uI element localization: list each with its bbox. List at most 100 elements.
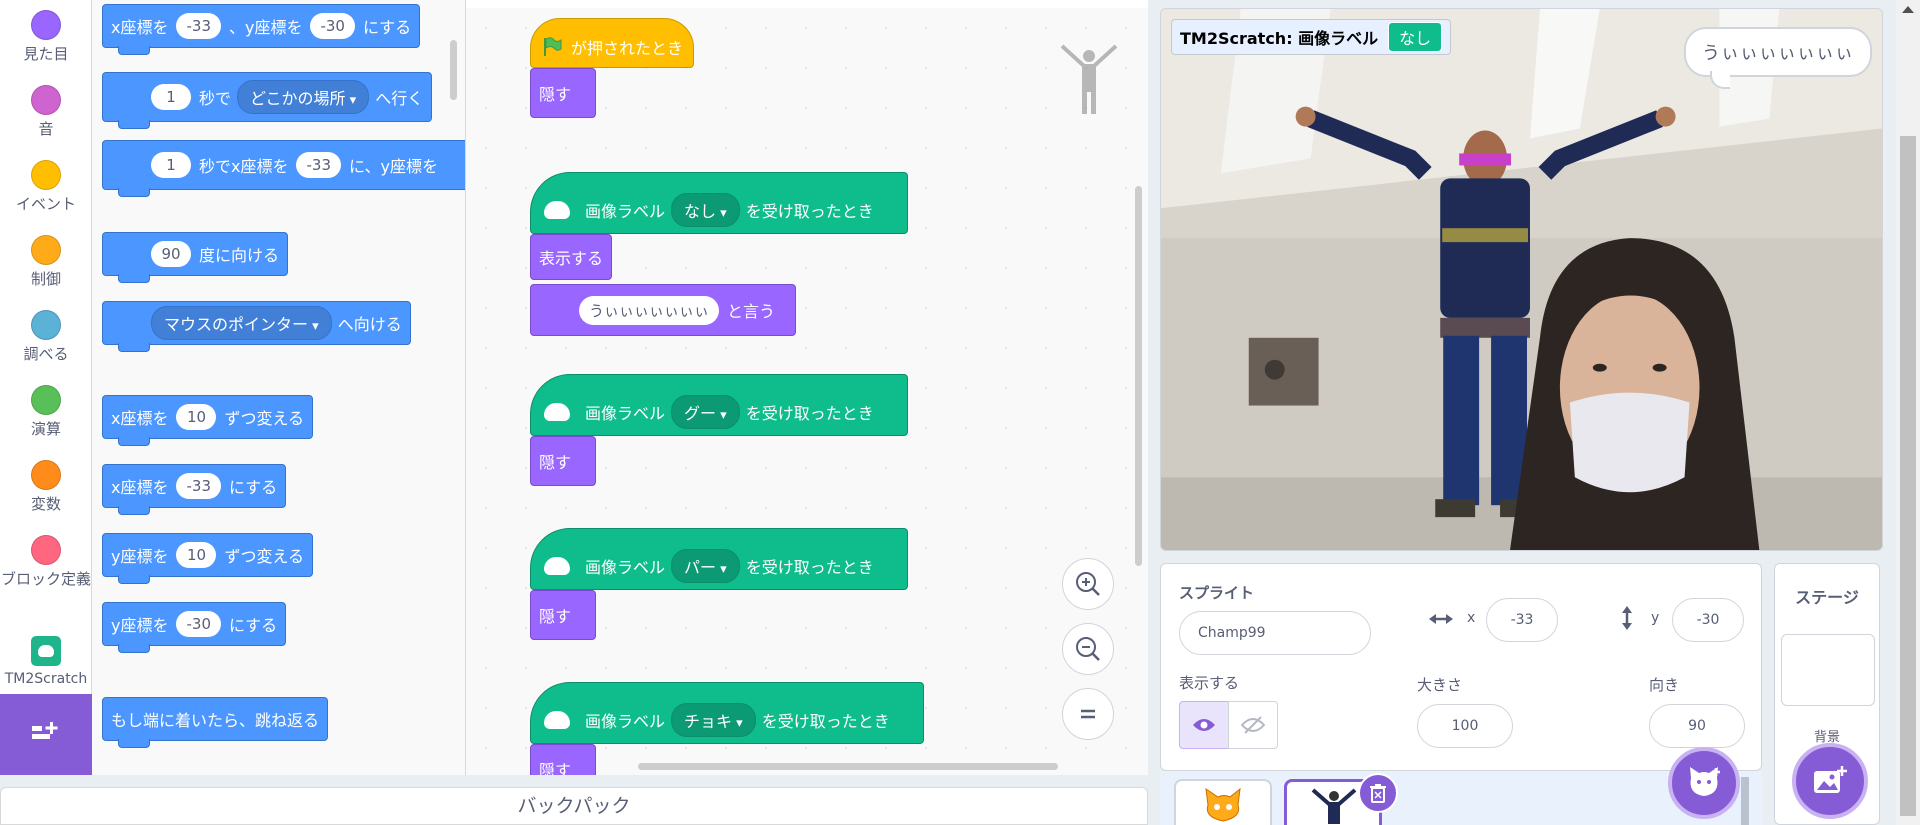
- label-dropdown[interactable]: チョキ: [671, 703, 756, 737]
- script-workspace[interactable]: が押されたとき 隠す 画像ラベルなしを受け取ったとき 表示する うぃぃぃぃぃぃぃ…: [466, 8, 1148, 775]
- x-input[interactable]: -33: [296, 152, 341, 178]
- palette-scrollbar[interactable]: [450, 40, 457, 100]
- green-flag-icon: [543, 37, 562, 56]
- block-text: 隠す: [539, 453, 572, 472]
- glide-to-block[interactable]: 1 秒でどこかの場所へ行く: [102, 72, 433, 129]
- goto-xy-block[interactable]: x座標を -33 、y座標を -30 にする: [102, 4, 421, 55]
- point-direction-block[interactable]: 90 度に向ける: [102, 232, 289, 283]
- say-block[interactable]: うぃぃぃぃぃぃぃ と言う: [530, 284, 796, 336]
- show-block[interactable]: 表示する: [530, 234, 612, 280]
- when-flag-clicked-block[interactable]: が押されたとき: [530, 18, 694, 68]
- page-scrollbar-thumb[interactable]: [1900, 136, 1916, 816]
- category-tm2scratch[interactable]: TM2Scratch: [0, 636, 92, 687]
- glide-xy-block[interactable]: 1 秒でx座標を -33 に、y座標を: [102, 140, 465, 197]
- label-dropdown[interactable]: パー: [671, 549, 740, 583]
- direction-value: 90: [1688, 718, 1706, 734]
- block-text: 秒でx座標を: [199, 157, 289, 176]
- champ-sprite-icon: [1311, 788, 1357, 824]
- stage[interactable]: TM2Scratch: 画像ラベル なし うぃぃぃぃぃぃぃ: [1160, 8, 1883, 551]
- label-dropdown[interactable]: グー: [671, 395, 740, 429]
- y-input[interactable]: -30: [176, 611, 221, 637]
- point-towards-block[interactable]: マウスのポインターへ向ける: [102, 301, 411, 352]
- size-field[interactable]: 100: [1417, 704, 1513, 748]
- tm2scratch-icon: [31, 636, 61, 666]
- category-sound[interactable]: 音: [0, 85, 92, 139]
- zoom-in-icon: [1076, 572, 1100, 596]
- category-label: ブロック定義: [0, 570, 91, 588]
- choose-sprite-button[interactable]: [1668, 747, 1740, 819]
- secs-input[interactable]: 1: [151, 152, 191, 178]
- sprite-name-field[interactable]: Champ99: [1179, 611, 1371, 655]
- block-text: 隠す: [539, 607, 572, 626]
- sprite-tile-cat[interactable]: [1174, 779, 1272, 825]
- category-looks[interactable]: 見た目: [0, 10, 92, 64]
- hide-sprite-button[interactable]: [1228, 701, 1278, 749]
- y-input[interactable]: -30: [310, 13, 355, 39]
- hide-block[interactable]: 隠す: [530, 68, 596, 118]
- zoom-out-button[interactable]: [1062, 623, 1114, 675]
- add-extension-button[interactable]: [0, 694, 92, 775]
- backpack-label: バックパック: [517, 795, 631, 817]
- category-operators[interactable]: 演算: [0, 385, 92, 439]
- set-x-block[interactable]: x座標を -33 にする: [102, 464, 287, 515]
- zoom-in-button[interactable]: [1062, 558, 1114, 610]
- y-field[interactable]: -30: [1672, 598, 1744, 642]
- workspace-vertical-scrollbar[interactable]: [1135, 186, 1142, 566]
- x-label: x: [1467, 610, 1476, 626]
- block-text: 、y座標を: [228, 18, 303, 37]
- when-label-received-choki[interactable]: 画像ラベルチョキを受け取ったとき: [530, 682, 924, 744]
- category-sensing[interactable]: 調べる: [0, 310, 92, 364]
- scroll-up-arrow-icon[interactable]: [1902, 6, 1914, 13]
- block-text: を受け取ったとき: [745, 558, 874, 577]
- backpack[interactable]: バックパック: [0, 787, 1148, 825]
- label-dropdown[interactable]: なし: [671, 193, 740, 227]
- sprite-name-value: Champ99: [1198, 625, 1266, 641]
- category-label: 制御: [30, 270, 61, 288]
- direction-field[interactable]: 90: [1649, 704, 1745, 748]
- category-events[interactable]: イベント: [0, 160, 92, 214]
- speech-bubble: うぃぃぃぃぃぃぃ: [1684, 27, 1872, 89]
- hide-block[interactable]: 隠す: [530, 436, 596, 486]
- set-y-block[interactable]: y座標を -30 にする: [102, 602, 287, 653]
- secs-input[interactable]: 1: [151, 84, 191, 110]
- towards-dropdown[interactable]: マウスのポインター: [151, 306, 332, 340]
- when-label-received-pa[interactable]: 画像ラベルパーを受け取ったとき: [530, 528, 908, 590]
- dy-input[interactable]: 10: [176, 542, 217, 568]
- x-input[interactable]: -33: [176, 473, 221, 499]
- category-variables[interactable]: 変数: [0, 460, 92, 514]
- hide-block[interactable]: 隠す: [530, 744, 596, 775]
- x-field[interactable]: -33: [1486, 598, 1558, 642]
- page-scrollbar[interactable]: [1896, 0, 1920, 825]
- size-value: 100: [1451, 718, 1479, 734]
- monitor-label: TM2Scratch: 画像ラベル: [1180, 29, 1379, 48]
- hide-block[interactable]: 隠す: [530, 590, 596, 640]
- delete-sprite-button[interactable]: [1358, 773, 1398, 813]
- x-input[interactable]: -33: [176, 13, 221, 39]
- dx-input[interactable]: 10: [176, 404, 217, 430]
- control-dot-icon: [31, 235, 61, 265]
- block-text: 画像ラベル: [585, 404, 666, 423]
- zoom-reset-button[interactable]: [1062, 688, 1114, 740]
- category-myblocks[interactable]: ブロック定義: [0, 535, 92, 590]
- choose-backdrop-button[interactable]: [1792, 743, 1868, 819]
- target-dropdown[interactable]: どこかの場所: [237, 80, 370, 114]
- block-text: x座標を: [111, 18, 169, 37]
- when-label-received-gu[interactable]: 画像ラベルグーを受け取ったとき: [530, 374, 908, 436]
- category-label: イベント: [15, 195, 76, 213]
- bounce-block[interactable]: もし端に着いたら、跳ね返る: [102, 697, 329, 748]
- direction-input[interactable]: 90: [151, 241, 191, 267]
- workspace-horizontal-scrollbar[interactable]: [638, 763, 1058, 770]
- say-input[interactable]: うぃぃぃぃぃぃぃ: [579, 295, 720, 325]
- direction-label: 向き: [1649, 676, 1680, 694]
- category-control[interactable]: 制御: [0, 235, 92, 289]
- sprite-list-scrollbar[interactable]: [1741, 777, 1749, 825]
- change-y-block[interactable]: y座標を 10 ずつ変える: [102, 533, 314, 584]
- variables-dot-icon: [31, 460, 61, 490]
- change-x-block[interactable]: x座標を 10 ずつ変える: [102, 395, 314, 446]
- monitor-value: なし: [1388, 22, 1443, 52]
- stage-thumbnail[interactable]: [1781, 634, 1875, 706]
- category-menu: 見た目 音 イベント 制御 調べる 演算 変数 ブロック定義 TM2Scratc…: [0, 0, 92, 775]
- show-sprite-button[interactable]: [1179, 701, 1229, 749]
- variable-monitor[interactable]: TM2Scratch: 画像ラベル なし: [1171, 19, 1452, 55]
- when-label-received-nashi[interactable]: 画像ラベルなしを受け取ったとき: [530, 172, 908, 234]
